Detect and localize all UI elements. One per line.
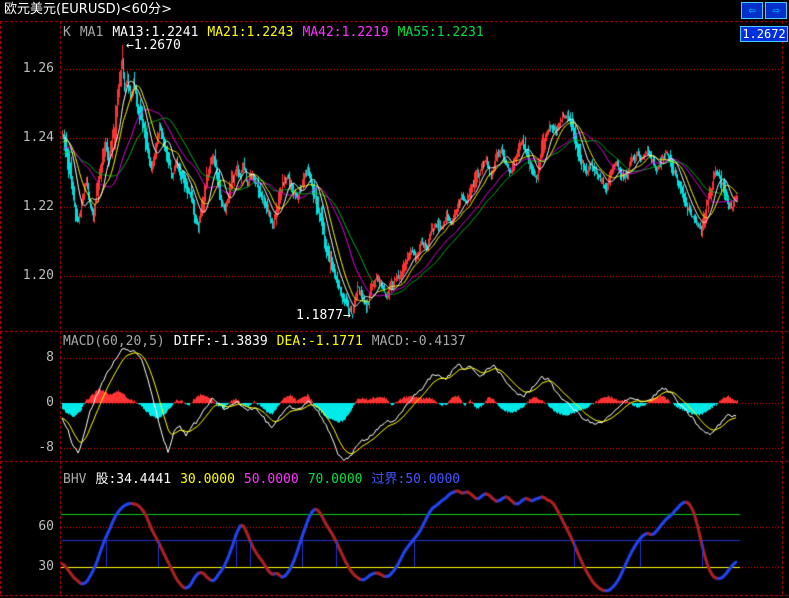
legend-item: MA42:1.2219 [302,25,389,40]
legend-item: K [63,25,71,40]
macd-panel-header: MACD(60,20,5) DIFF:-1.3839 DEA:-1.1771 MACD… [63,334,466,349]
chart-window: { "title_bar": { "title": "欧元美元(EURUSD)<… [0,0,789,598]
scroll-right-button[interactable]: ⇨ [765,2,787,19]
legend-item: MA1 [79,25,104,40]
chart-canvas[interactable] [0,0,789,598]
legend-item: 50.0000 [243,472,299,487]
legend-item: 过界:50.0000 [371,472,461,487]
legend-item: DIFF:-1.3839 [173,334,268,349]
y-axis-tick: 1.22 [22,199,54,214]
y-axis-tick: 30 [38,559,54,574]
y-axis-tick: 0 [46,395,54,410]
low-annotation: 1.1877→ [296,308,351,323]
title-bar: 欧元美元(EURUSD)<60分> ⇦ ⇨ [0,0,789,21]
y-axis-tick: 60 [38,519,54,534]
legend-item: DEA:-1.1771 [276,334,363,349]
legend-item: 30.0000 [180,472,235,487]
y-axis-tick: 8 [46,350,54,365]
legend-item: MA21:1.2243 [207,25,294,40]
high-annotation: ←1.2670 [126,38,181,53]
y-axis-tick: 1.24 [22,130,54,145]
legend-item: BHV [63,472,87,487]
scroll-left-button[interactable]: ⇦ [741,2,763,19]
legend-item: MACD(60,20,5) [63,334,165,349]
nav-buttons: ⇦ ⇨ [741,2,787,19]
window-title: 欧元美元(EURUSD)<60分> [4,2,173,17]
y-axis-tick: 1.26 [22,61,54,76]
bhv-panel-header: BHV 股:34.4441 30.0000 50.0000 70.0000 过界:50.0… [63,472,460,487]
y-axis-tick: -8 [38,440,54,455]
legend-item: MA55:1.2231 [397,25,484,40]
legend-item: MACD:-0.4137 [371,334,466,349]
latest-price-badge: 1.2672 [740,26,788,42]
y-axis-tick: 1.20 [22,268,54,283]
legend-item: 70.0000 [307,472,363,487]
legend-item: 股:34.4441 [95,472,172,487]
